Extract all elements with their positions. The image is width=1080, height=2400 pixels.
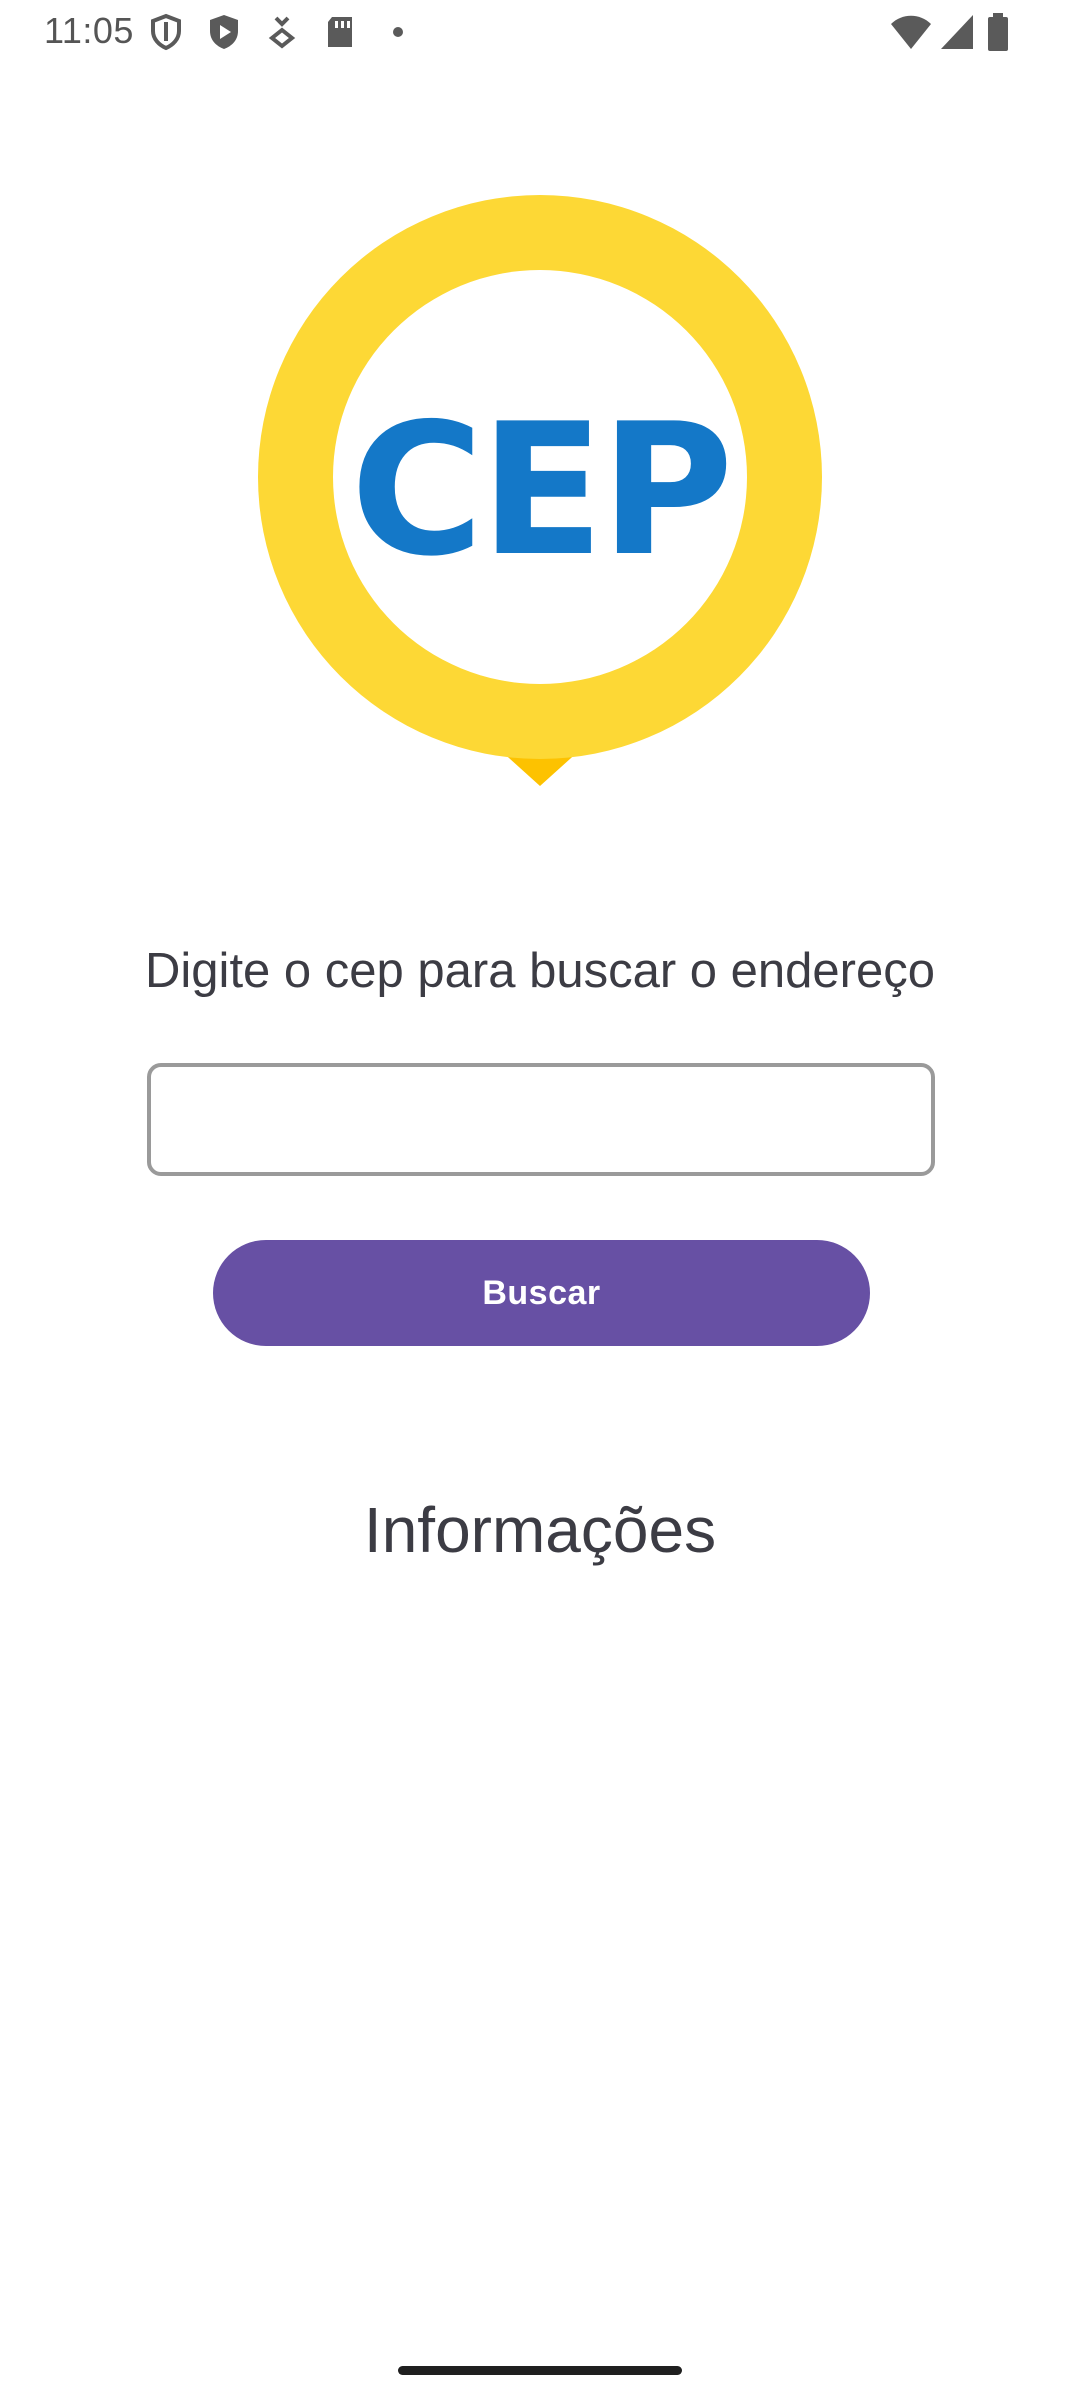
dot-icon: [393, 27, 403, 37]
play-shield-icon: [210, 15, 238, 49]
gesture-navigation-bar[interactable]: [398, 2366, 682, 2375]
wifi-icon: [891, 15, 931, 49]
shield-outline-icon: [151, 13, 181, 51]
search-button[interactable]: Buscar: [213, 1240, 870, 1346]
download-arrow-icon: [268, 16, 296, 49]
sd-card-icon: [328, 17, 352, 47]
status-bar: 11:05: [0, 0, 1080, 64]
battery-icon: [988, 13, 1008, 51]
cep-prompt-label: Digite o cep para buscar o endereço: [145, 944, 935, 998]
cellular-signal-icon: [941, 15, 973, 49]
info-heading: Informações: [363, 1494, 717, 1566]
status-time: 11:05: [44, 10, 134, 51]
cep-input[interactable]: [147, 1063, 935, 1176]
cep-logo: CEP: [258, 195, 822, 786]
app-screen: 11:05 CEP Digite o cep para buscar o end…: [0, 0, 1080, 2400]
logo-text: CEP: [350, 384, 729, 596]
